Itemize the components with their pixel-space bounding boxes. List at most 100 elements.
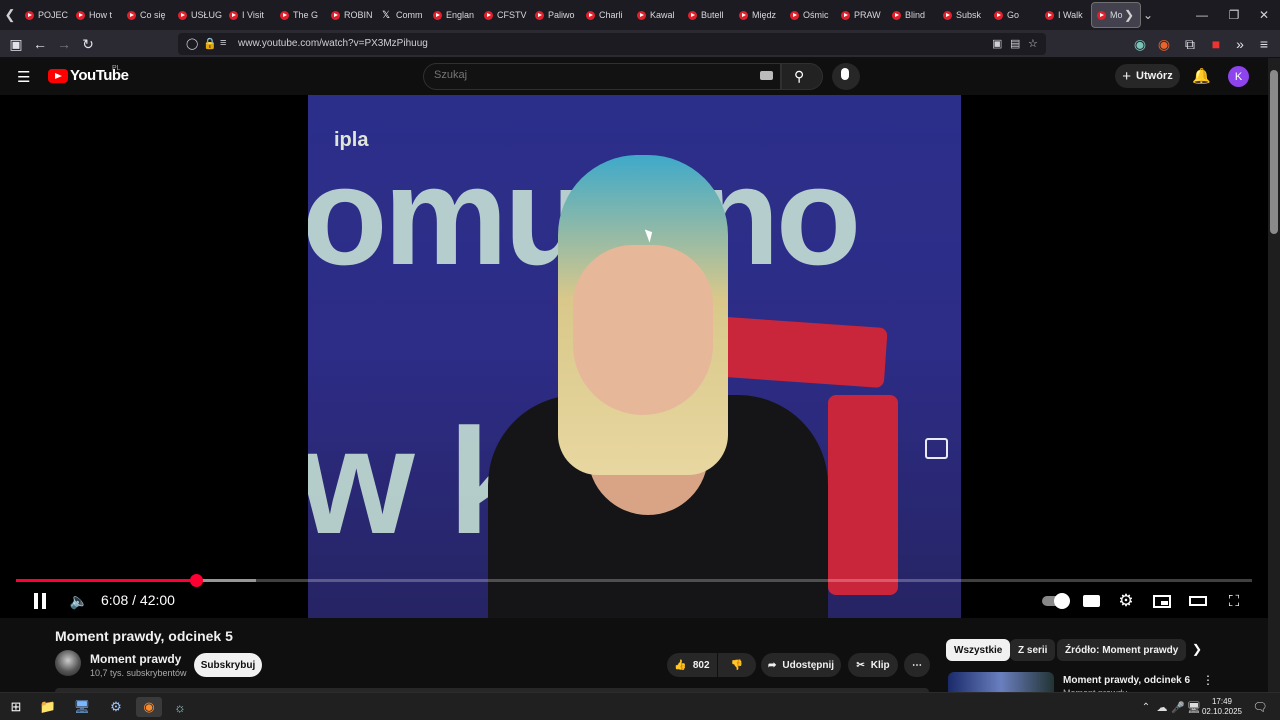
page-scrollbar[interactable] (1268, 58, 1280, 692)
list-all-tabs-icon[interactable]: ⌄ (1132, 0, 1164, 30)
lock-icon[interactable]: 🔒 (203, 37, 217, 50)
chips-next-icon[interactable]: ❯ (1192, 642, 1202, 656)
notifications-bell-icon[interactable]: 🔔 (1192, 67, 1211, 85)
subscribe-button[interactable]: Subskrybuj (194, 653, 262, 677)
youtube-logo-icon[interactable] (48, 69, 68, 83)
more-actions-button[interactable]: ⋯ (904, 653, 930, 677)
fullscreen-button[interactable]: ⛶ (1224, 590, 1244, 612)
browser-tab[interactable]: Butell (683, 2, 734, 28)
browser-tab[interactable]: I Visit (224, 2, 275, 28)
reload-icon[interactable]: ↻ (78, 34, 98, 54)
browser-tab[interactable]: 𝕏 Comm (377, 2, 428, 28)
monitor-app-icon[interactable]: 🖥 (72, 697, 92, 717)
browser-tab[interactable]: How t (71, 2, 122, 28)
like-button[interactable]: 👍 802 (667, 653, 717, 677)
browser-tab[interactable]: Co się (122, 2, 173, 28)
pause-button[interactable] (30, 590, 50, 612)
browser-tab[interactable]: Englan (428, 2, 479, 28)
browser-tab[interactable]: I Walk (1040, 2, 1091, 28)
adblock-extension-icon[interactable]: ■ (1206, 34, 1226, 54)
share-button[interactable]: ➦ Udostępnij (761, 653, 841, 677)
browser-tab[interactable]: CFSTV (479, 2, 530, 28)
create-button[interactable]: + Utwórz (1115, 64, 1180, 88)
overflow-chevron-icon[interactable]: » (1230, 34, 1250, 54)
vpn-extension-icon[interactable]: ◉ (1130, 34, 1150, 54)
restore-icon[interactable]: ❐ (1218, 0, 1250, 30)
browser-tab[interactable]: POJEC (20, 2, 71, 28)
clip-button[interactable]: ✂ Klip (848, 653, 898, 677)
chip-series[interactable]: Z serii (1010, 639, 1056, 661)
browser-tab[interactable]: Charli (581, 2, 632, 28)
video-frame[interactable]: omuś no w kost ipla (308, 95, 961, 618)
forward-icon[interactable]: → (54, 34, 74, 54)
notifications-icon[interactable]: 🗨 (1250, 697, 1270, 717)
bookmark-star-icon[interactable]: ☆ (1028, 37, 1038, 50)
volume-button[interactable]: 🔈 (68, 590, 90, 612)
permissions-icon[interactable]: ≡ (220, 37, 226, 49)
youtube-icon (841, 10, 850, 20)
guide-menu-icon[interactable]: ☰ (17, 68, 30, 86)
subtitles-button[interactable] (1081, 590, 1101, 612)
browser-tab[interactable]: Blind (887, 2, 938, 28)
autoplay-toggle[interactable] (1040, 590, 1070, 612)
recommendation-thumbnail[interactable] (948, 672, 1054, 692)
scrollbar-thumb[interactable] (1270, 70, 1278, 234)
browser-tab[interactable]: Kawal (632, 2, 683, 28)
youtube-icon (76, 10, 85, 20)
extensions-puzzle-icon[interactable]: ⧉ (1180, 34, 1200, 54)
tab-label: Subsk (956, 10, 982, 20)
browser-tab[interactable]: Subsk (938, 2, 989, 28)
browser-tab[interactable]: The G (275, 2, 326, 28)
settings-button[interactable]: ⚙ (1116, 590, 1136, 612)
extension-icon[interactable]: ◉ (1154, 34, 1174, 54)
dislike-button[interactable]: 👎 (718, 653, 756, 677)
theater-mode-button[interactable] (1188, 590, 1208, 612)
search-box[interactable] (423, 63, 781, 90)
account-avatar[interactable]: K (1228, 66, 1249, 87)
tab-label: Comm (396, 10, 423, 20)
sidebar-toggle-icon[interactable]: ▣ (6, 34, 26, 54)
search-button[interactable]: ⚲ (781, 63, 823, 90)
scrubber-handle[interactable] (190, 574, 204, 587)
miniplayer-button[interactable] (1152, 590, 1172, 612)
youtube-icon (943, 10, 952, 20)
windows-start-icon[interactable]: ⊞ (6, 697, 26, 717)
firefox-icon[interactable]: ◉ (136, 697, 162, 717)
browser-tab[interactable]: Ośmic (785, 2, 836, 28)
tab-label: PRAW (854, 10, 881, 20)
url-bar[interactable]: ◯ 🔒 ≡ www.youtube.com/watch?v=PX3MzPihuu… (178, 33, 1046, 55)
steam-icon[interactable]: ⚙ (106, 697, 126, 717)
channel-avatar[interactable] (55, 650, 81, 676)
shield-icon[interactable]: ◯ (186, 37, 198, 50)
channel-name[interactable]: Moment prawdy (90, 652, 181, 666)
video-player[interactable]: omuś no w kost ipla 🔈 6:08 / 42:00 ⚙ ⛶ (0, 95, 1268, 618)
app-icon[interactable]: ☼ (170, 697, 190, 717)
back-icon[interactable]: ← (30, 34, 50, 54)
browser-tab[interactable]: Go (989, 2, 1040, 28)
create-label: Utwórz (1136, 70, 1173, 82)
keyboard-icon[interactable] (760, 71, 773, 80)
url-text[interactable]: www.youtube.com/watch?v=PX3MzPihuug (238, 38, 428, 49)
recommendation-title[interactable]: Moment prawdy, odcinek 6 (1063, 675, 1190, 686)
search-input[interactable] (434, 69, 734, 81)
voice-search-button[interactable] (832, 63, 860, 90)
picture-in-picture-icon[interactable]: ▣ (992, 37, 1002, 50)
tab-label: Co się (140, 10, 166, 20)
browser-tab[interactable]: ROBIN (326, 2, 377, 28)
tabs-scroll-left-icon[interactable]: ❮ (0, 0, 20, 30)
app-menu-icon[interactable]: ≡ (1254, 34, 1274, 54)
reader-view-icon[interactable]: ▤ (1010, 37, 1020, 50)
progress-bar[interactable] (16, 574, 1252, 587)
cast-icon[interactable] (925, 438, 948, 459)
minimize-icon[interactable]: — (1186, 0, 1218, 30)
close-window-icon[interactable]: ✕ (1248, 0, 1280, 30)
browser-tab[interactable]: Międz (734, 2, 785, 28)
browser-tab[interactable]: USŁUG (173, 2, 224, 28)
browser-tab[interactable]: Paliwo (530, 2, 581, 28)
browser-tab[interactable]: PRAW (836, 2, 887, 28)
file-explorer-icon[interactable]: 📁 (38, 697, 58, 717)
chip-all[interactable]: Wszystkie (946, 639, 1011, 661)
recommendation-menu-icon[interactable]: ⋮ (1202, 673, 1214, 687)
system-clock[interactable]: 17:49 02.10.2025 (1199, 697, 1245, 717)
chip-source[interactable]: Źródło: Moment prawdy (1057, 639, 1187, 661)
